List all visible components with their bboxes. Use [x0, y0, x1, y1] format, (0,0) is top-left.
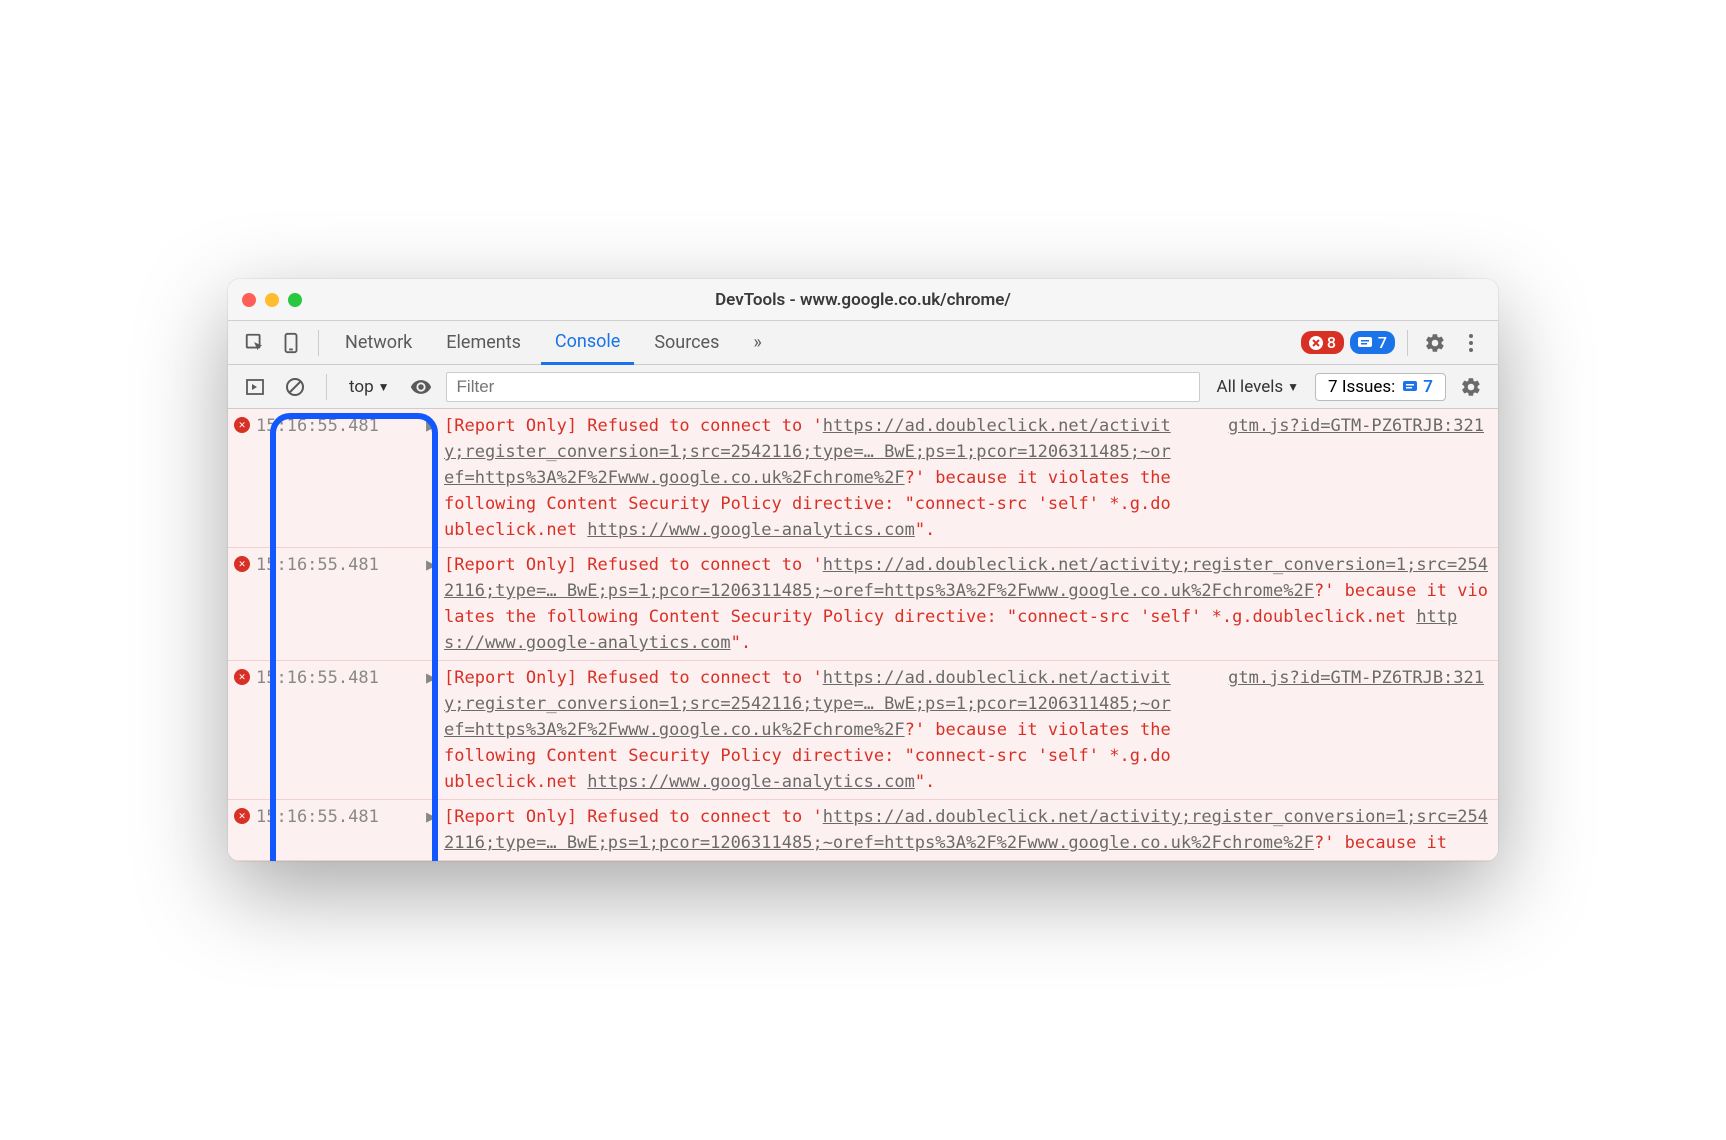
error-icon: ✕: [228, 552, 256, 656]
main-tabbar: Network Elements Console Sources » 8 7: [228, 321, 1498, 365]
log-message: [Report Only] Refused to connect to 'htt…: [444, 804, 1498, 856]
console-log-row[interactable]: ✕ 15:16:55.481 ▶ [Report Only] Refused t…: [228, 548, 1498, 661]
sidebar-toggle-icon[interactable]: [240, 372, 270, 402]
console-log-row[interactable]: ✕ 15:16:55.481 ▶ [Report Only] Refused t…: [228, 661, 1498, 800]
console-log-row[interactable]: ✕ 15:16:55.481 ▶ [Report Only] Refused t…: [228, 409, 1498, 548]
issues-label: 7 Issues:: [1328, 377, 1395, 397]
issues-button[interactable]: 7 Issues: 7: [1315, 373, 1446, 401]
log-url-link[interactable]: https://ad.doubleclick.net/activity;regi…: [444, 807, 1488, 853]
log-timestamp: 15:16:55.481: [256, 804, 426, 856]
issue-count-badge[interactable]: 7: [1350, 331, 1395, 354]
tab-console[interactable]: Console: [541, 321, 634, 365]
error-icon: ✕: [228, 665, 256, 795]
log-message: [Report Only] Refused to connect to 'htt…: [444, 665, 1188, 795]
divider: [1407, 330, 1408, 356]
settings-icon[interactable]: [1420, 328, 1450, 358]
titlebar: DevTools - www.google.co.uk/chrome/: [228, 279, 1498, 321]
expand-icon[interactable]: ▶: [426, 552, 444, 656]
chevron-down-icon: ▼: [1287, 380, 1299, 394]
divider: [318, 330, 319, 356]
log-timestamp: 15:16:55.481: [256, 413, 426, 543]
log-timestamp: 15:16:55.481: [256, 552, 426, 656]
expand-icon[interactable]: ▶: [426, 804, 444, 856]
tab-network[interactable]: Network: [331, 321, 426, 365]
filter-input[interactable]: [446, 372, 1201, 402]
log-url-link[interactable]: https://www.google-analytics.com: [587, 772, 915, 792]
context-selector[interactable]: top ▼: [343, 377, 396, 397]
log-url-link[interactable]: https://www.google-analytics.com: [444, 607, 1457, 653]
console-settings-icon[interactable]: [1456, 372, 1486, 402]
console-log-row[interactable]: ✕ 15:16:55.481 ▶ [Report Only] Refused t…: [228, 800, 1498, 861]
log-timestamp: 15:16:55.481: [256, 665, 426, 795]
console-log-area: ✕ 15:16:55.481 ▶ [Report Only] Refused t…: [228, 409, 1498, 861]
error-count: 8: [1327, 333, 1336, 352]
log-levels-selector[interactable]: All levels ▼: [1210, 377, 1305, 397]
divider: [326, 374, 327, 400]
log-source-link[interactable]: gtm.js?id=GTM-PZ6TRJB:321: [1188, 413, 1498, 543]
error-icon: ✕: [228, 413, 256, 543]
log-url-link[interactable]: https://www.google-analytics.com: [587, 520, 915, 540]
log-url-link[interactable]: https://ad.doubleclick.net/activity;regi…: [444, 555, 1488, 601]
device-toolbar-icon[interactable]: [276, 328, 306, 358]
issues-badge: 7: [1403, 377, 1433, 397]
console-toolbar: top ▼ All levels ▼ 7 Issues: 7: [228, 365, 1498, 409]
expand-icon[interactable]: ▶: [426, 413, 444, 543]
levels-label: All levels: [1216, 377, 1283, 397]
log-message: [Report Only] Refused to connect to 'htt…: [444, 552, 1498, 656]
menu-icon[interactable]: [1456, 328, 1486, 358]
tab-elements[interactable]: Elements: [432, 321, 535, 365]
tab-sources[interactable]: Sources: [640, 321, 733, 365]
window-title: DevTools - www.google.co.uk/chrome/: [228, 290, 1498, 310]
expand-icon[interactable]: ▶: [426, 665, 444, 795]
clear-console-icon[interactable]: [280, 372, 310, 402]
live-expression-icon[interactable]: [406, 372, 436, 402]
error-icon: ✕: [228, 804, 256, 856]
log-message: [Report Only] Refused to connect to 'htt…: [444, 413, 1188, 543]
chevron-down-icon: ▼: [378, 380, 390, 394]
log-url-link[interactable]: https://ad.doubleclick.net/activity;regi…: [444, 416, 1171, 488]
inspect-element-icon[interactable]: [240, 328, 270, 358]
error-count-badge[interactable]: 8: [1301, 331, 1344, 354]
issue-count: 7: [1378, 333, 1387, 352]
log-url-link[interactable]: https://ad.doubleclick.net/activity;regi…: [444, 668, 1171, 740]
issues-count: 7: [1423, 377, 1433, 397]
devtools-window: DevTools - www.google.co.uk/chrome/ Netw…: [228, 279, 1498, 861]
context-label: top: [349, 377, 374, 397]
log-source-link[interactable]: gtm.js?id=GTM-PZ6TRJB:321: [1188, 665, 1498, 795]
tab-more[interactable]: »: [739, 321, 775, 365]
